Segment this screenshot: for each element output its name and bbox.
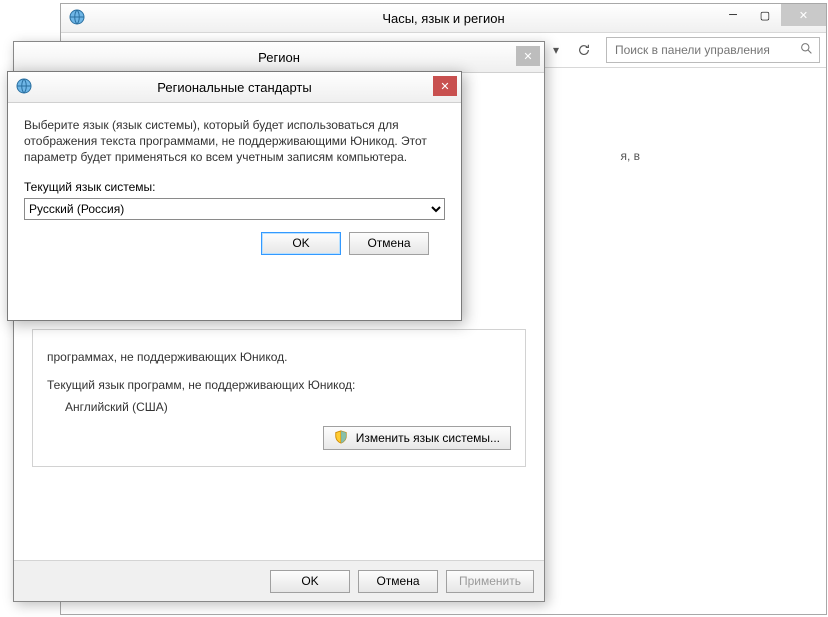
shield-icon	[334, 430, 352, 447]
standards-titlebar: Региональные стандарты ✕	[8, 72, 461, 103]
standards-title-text: Региональные стандарты	[157, 80, 311, 95]
standards-body: Выберите язык (язык системы), который бу…	[8, 103, 461, 265]
apply-button[interactable]: Применить	[446, 570, 534, 593]
non-unicode-groupbox: программах, не поддерживающих Юникод. Те…	[32, 329, 526, 467]
group-line1: программах, не поддерживающих Юникод.	[47, 350, 511, 364]
search-icon[interactable]	[800, 42, 813, 58]
cp-title-text: Часы, язык и регион	[382, 11, 504, 26]
globe-icon	[69, 9, 85, 28]
globe-icon	[16, 78, 32, 97]
cancel-button[interactable]: Отмена	[358, 570, 438, 593]
standards-buttons: OK Отмена	[24, 220, 445, 255]
search-input[interactable]	[613, 39, 800, 61]
partial-text: я, в	[620, 149, 640, 163]
region-titlebar: Регион ✕	[14, 42, 544, 73]
cp-titlebar: Часы, язык и регион ─ ▢ ✕	[61, 4, 826, 33]
standards-description: Выберите язык (язык системы), который бу…	[24, 117, 445, 166]
current-lang: Английский (США)	[65, 400, 511, 414]
cancel-button[interactable]: Отмена	[349, 232, 429, 255]
current-locale-label: Текущий язык системы:	[24, 180, 445, 194]
search-box[interactable]	[606, 37, 820, 63]
regional-standards-dialog: Региональные стандарты ✕ Выберите язык (…	[7, 71, 462, 321]
close-icon[interactable]: ✕	[516, 46, 540, 66]
region-footer: OK Отмена Применить	[14, 560, 544, 601]
close-icon[interactable]: ✕	[433, 76, 457, 96]
ok-button[interactable]: OK	[261, 232, 341, 255]
change-system-language-button[interactable]: Изменить язык системы...	[323, 426, 511, 450]
maximize-button[interactable]: ▢	[749, 4, 781, 26]
region-title-text: Регион	[258, 50, 300, 65]
refresh-icon[interactable]	[572, 38, 596, 62]
close-button[interactable]: ✕	[781, 4, 826, 26]
dropdown-icon[interactable]: ▾	[544, 38, 568, 62]
minimize-button[interactable]: ─	[717, 4, 749, 26]
ok-button[interactable]: OK	[270, 570, 350, 593]
group-line2: Текущий язык программ, не поддерживающих…	[47, 378, 511, 392]
change-btn-label: Изменить язык системы...	[356, 431, 500, 445]
system-locale-select[interactable]: Русский (Россия)	[24, 198, 445, 220]
window-buttons: ─ ▢ ✕	[717, 4, 826, 26]
